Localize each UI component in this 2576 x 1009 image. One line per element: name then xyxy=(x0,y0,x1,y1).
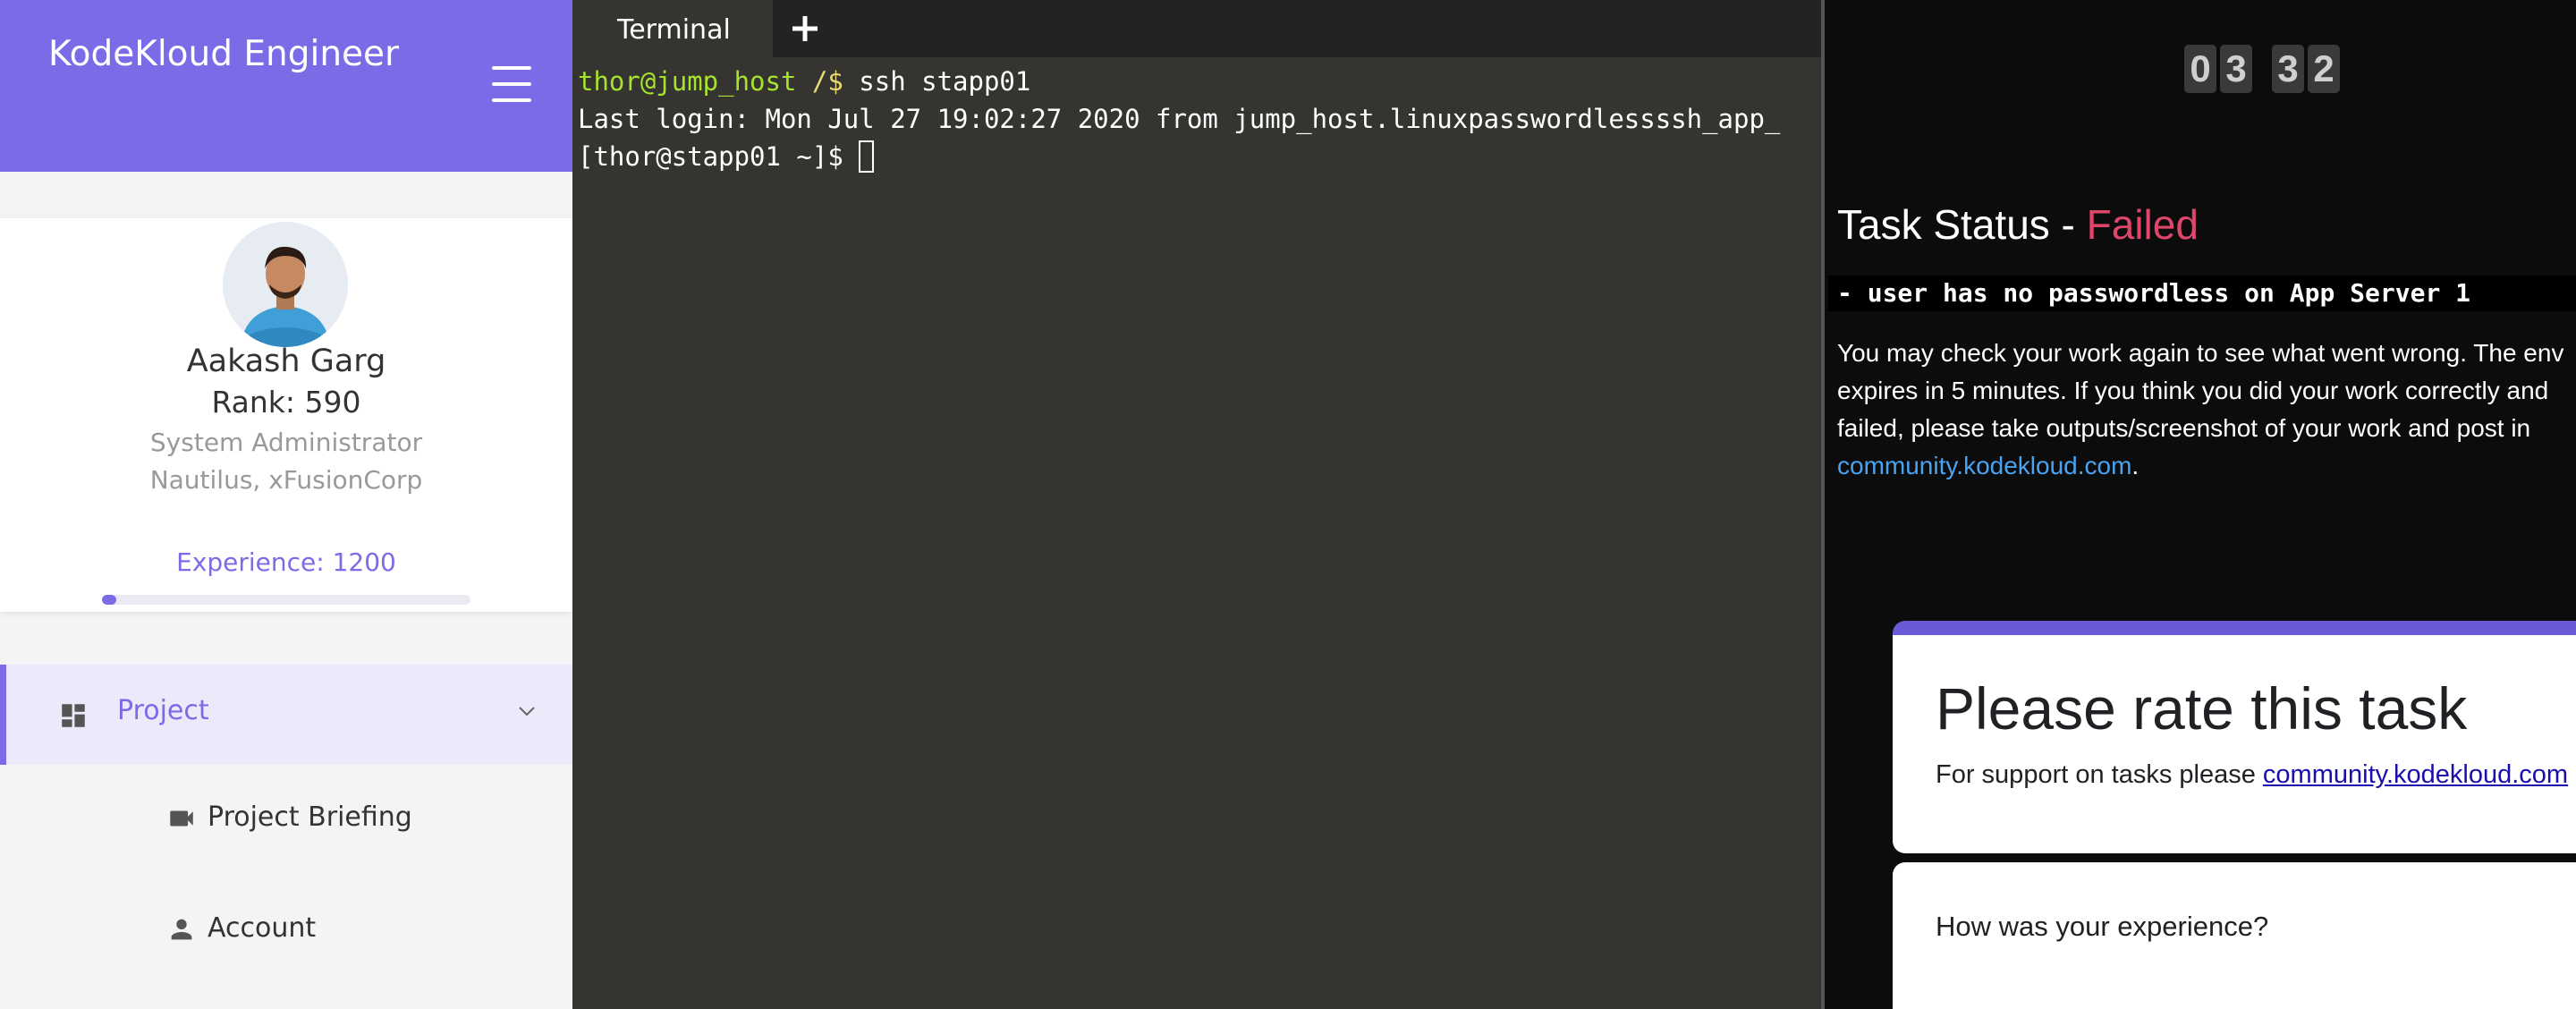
sidebar-item-label: Project xyxy=(117,695,209,726)
timer-digit: 0 xyxy=(2184,45,2216,93)
avatar xyxy=(223,222,348,347)
support-prefix: For support on tasks please xyxy=(1936,760,2263,789)
experience-label: Experience: 1200 xyxy=(176,547,396,577)
profile-card: Aakash Garg Rank: 590 System Administrat… xyxy=(0,218,572,612)
sidebar-item-label: Account xyxy=(208,912,317,944)
video-camera-icon xyxy=(170,810,193,827)
sidebar-item-project[interactable]: Project xyxy=(0,665,572,765)
tab-label: Terminal xyxy=(617,14,731,46)
brand-title: KodeKloud Engineer xyxy=(48,34,400,74)
command-text: ssh stapp01 xyxy=(843,66,1031,97)
support-text: For support on tasks please community.ko… xyxy=(1936,760,2568,790)
community-link[interactable]: community.kodekloud.com xyxy=(1837,452,2131,479)
prompt-path: /$ xyxy=(796,66,843,97)
person-icon xyxy=(171,919,192,940)
task-help-body: You may check your work again to see wha… xyxy=(1837,339,2564,442)
dashboard-icon xyxy=(62,704,85,727)
profile-name: Aakash Garg xyxy=(186,343,386,379)
experience-progress-bar xyxy=(102,595,470,605)
prompt-user: thor@jump_host xyxy=(578,66,797,97)
hamburger-menu-icon[interactable] xyxy=(490,66,535,102)
terminal-output[interactable]: thor@jump_host /$ ssh stapp01 Last login… xyxy=(578,63,1780,175)
rating-card: Please rate this task For support on tas… xyxy=(1893,621,2576,853)
terminal-panel[interactable]: Terminal thor@jump_host /$ ssh stapp01 L… xyxy=(572,0,1821,1009)
sidebar-header: KodeKloud Engineer xyxy=(0,0,572,172)
profile-role: System Administrator xyxy=(149,428,423,457)
experience-question-card: How was your experience? xyxy=(1893,862,2576,1009)
terminal-tab-bar: Terminal xyxy=(572,0,1821,57)
experience-question: How was your experience? xyxy=(1936,911,2269,942)
shell-prompt: [thor@stapp01 ~]$ xyxy=(578,141,860,172)
task-help-end: . xyxy=(2131,452,2140,479)
task-status-prefix: Task Status - xyxy=(1837,201,2087,248)
last-login-line: Last login: Mon Jul 27 19:02:27 2020 fro… xyxy=(578,104,1781,134)
timer-digit: 3 xyxy=(2272,45,2304,93)
rating-title: Please rate this task xyxy=(1936,675,2468,742)
task-status-panel: 0 3 3 2 Task Status - Failed - user has … xyxy=(1821,0,2576,1009)
sidebar: KodeKloud Engineer Aakash Garg Rank: 590… xyxy=(0,0,572,1009)
chevron-down-icon[interactable] xyxy=(516,700,538,722)
tab-terminal[interactable]: Terminal xyxy=(572,0,773,57)
experience-progress-fill xyxy=(102,595,117,605)
support-link[interactable]: community.kodekloud.com xyxy=(2263,760,2568,789)
task-status-title: Task Status - Failed xyxy=(1837,200,2199,249)
task-error-message: - user has no passwordless on App Server… xyxy=(1828,276,2576,311)
sidebar-item-label: Project Briefing xyxy=(208,801,412,833)
terminal-cursor xyxy=(859,140,875,173)
timer-digit: 2 xyxy=(2308,45,2340,93)
sidebar-item-project-briefing[interactable]: Project Briefing xyxy=(0,784,572,855)
task-status-value: Failed xyxy=(2086,201,2199,248)
profile-org: Nautilus, xFusionCorp xyxy=(149,465,423,495)
timer-digit: 3 xyxy=(2220,45,2252,93)
task-help-text: You may check your work again to see wha… xyxy=(1837,335,2576,485)
sidebar-item-account[interactable]: Account xyxy=(0,895,572,966)
plus-icon[interactable] xyxy=(787,11,823,47)
profile-rank: Rank: 590 xyxy=(211,385,361,420)
